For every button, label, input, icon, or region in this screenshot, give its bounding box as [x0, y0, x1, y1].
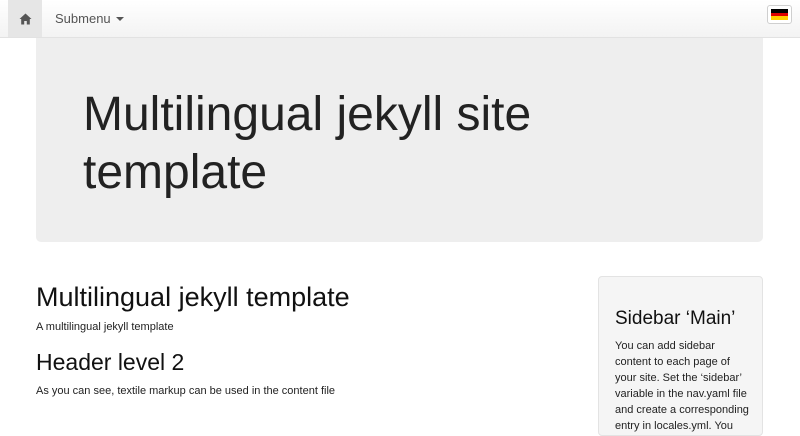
submenu-label: Submenu: [55, 11, 111, 26]
navbar: Submenu: [0, 0, 800, 38]
home-button[interactable]: [8, 0, 42, 37]
jumbotron-title: Multilingual jekyll site template: [83, 88, 532, 199]
caret-down-icon: [115, 16, 124, 21]
language-switch-button[interactable]: [767, 5, 792, 24]
page-title: Multilingual jekyll template: [36, 282, 350, 312]
home-icon: [19, 13, 31, 24]
header-level-2: Header level 2: [36, 349, 185, 375]
sidebar-main: Sidebar ‘Main’ You can add sidebar conte…: [598, 276, 763, 436]
sidebar-title: Sidebar ‘Main’: [615, 308, 736, 329]
content-paragraph: As you can see, textile markup can be us…: [36, 385, 336, 397]
jumbotron: Multilingual jekyll site template: [36, 38, 763, 242]
submenu-dropdown[interactable]: Submenu: [55, 0, 124, 37]
sidebar-text: You can add sidebar content to each page…: [615, 340, 749, 432]
german-flag-icon: [771, 9, 788, 21]
page-subtitle: A multilingual jekyll template: [36, 321, 174, 333]
